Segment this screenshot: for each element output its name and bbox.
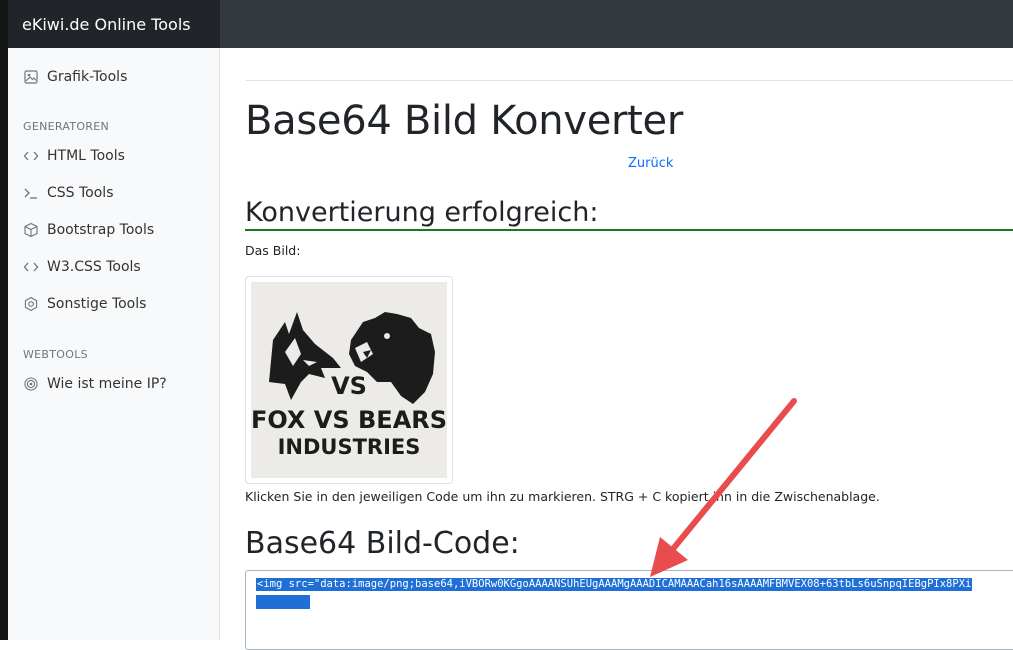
sidebar-item-label: Wie ist meine IP? (47, 376, 167, 392)
image-preview: VS FOX VS BEARS INDUSTRIES (245, 276, 453, 484)
success-divider (245, 229, 1013, 231)
box-icon (22, 221, 40, 239)
logo-text-vs: VS (331, 372, 367, 400)
window-edge (0, 0, 8, 640)
image-icon (22, 68, 40, 86)
code-selected-text: <img src="data:image/png;base64,iVBORw0K… (256, 578, 973, 591)
sidebar-item-css-tools[interactable]: CSS Tools (22, 182, 114, 204)
sidebar-item-ip[interactable]: Wie ist meine IP? (22, 373, 167, 395)
sidebar-item-label: Bootstrap Tools (47, 222, 155, 238)
sidebar-item-w3css-tools[interactable]: W3.CSS Tools (22, 256, 141, 278)
logo-text-sub: INDUSTRIES (278, 435, 421, 459)
code-icon (22, 147, 40, 165)
gear-icon (22, 295, 40, 313)
page-title: Base64 Bild Konverter (245, 98, 684, 144)
sidebar-item-label: Grafik-Tools (47, 69, 128, 85)
sidebar-item-label: Sonstige Tools (47, 296, 147, 312)
code-selection-continuation (256, 595, 310, 609)
sidebar-item-sonstige-tools[interactable]: Sonstige Tools (22, 293, 146, 315)
section-title-generatoren: GENERATOREN (23, 120, 110, 133)
back-link[interactable]: Zurück (628, 156, 673, 171)
sidebar-item-label: W3.CSS Tools (47, 259, 141, 275)
logo-text-main: FOX VS BEARS (251, 406, 447, 434)
image-label: Das Bild: (245, 243, 301, 258)
logo-image: VS FOX VS BEARS INDUSTRIES (251, 282, 447, 478)
terminal-icon (22, 184, 40, 202)
top-navbar-extension (220, 0, 1013, 48)
header-divider (246, 80, 1013, 81)
brand-title[interactable]: eKiwi.de Online Tools (8, 15, 191, 34)
sidebar: Grafik-Tools GENERATOREN HTML Tools CSS … (8, 48, 220, 640)
target-icon (22, 375, 40, 393)
instructions-text: Klicken Sie in den jeweiligen Code um ih… (245, 489, 880, 504)
sidebar-item-label: CSS Tools (47, 185, 114, 201)
success-heading: Konvertierung erfolgreich: (245, 197, 599, 228)
sidebar-item-bootstrap-tools[interactable]: Bootstrap Tools (22, 219, 154, 241)
base64-code-textarea[interactable]: <img src="data:image/png;base64,iVBORw0K… (245, 570, 1013, 650)
code-icon (22, 258, 40, 276)
sidebar-item-label: HTML Tools (47, 148, 125, 164)
code-heading: Base64 Bild-Code: (245, 526, 520, 561)
sidebar-item-grafik-tools[interactable]: Grafik-Tools (22, 66, 127, 88)
top-navbar: eKiwi.de Online Tools (8, 0, 220, 48)
section-title-webtools: WEBTOOLS (23, 348, 88, 361)
sidebar-item-html-tools[interactable]: HTML Tools (22, 145, 125, 167)
